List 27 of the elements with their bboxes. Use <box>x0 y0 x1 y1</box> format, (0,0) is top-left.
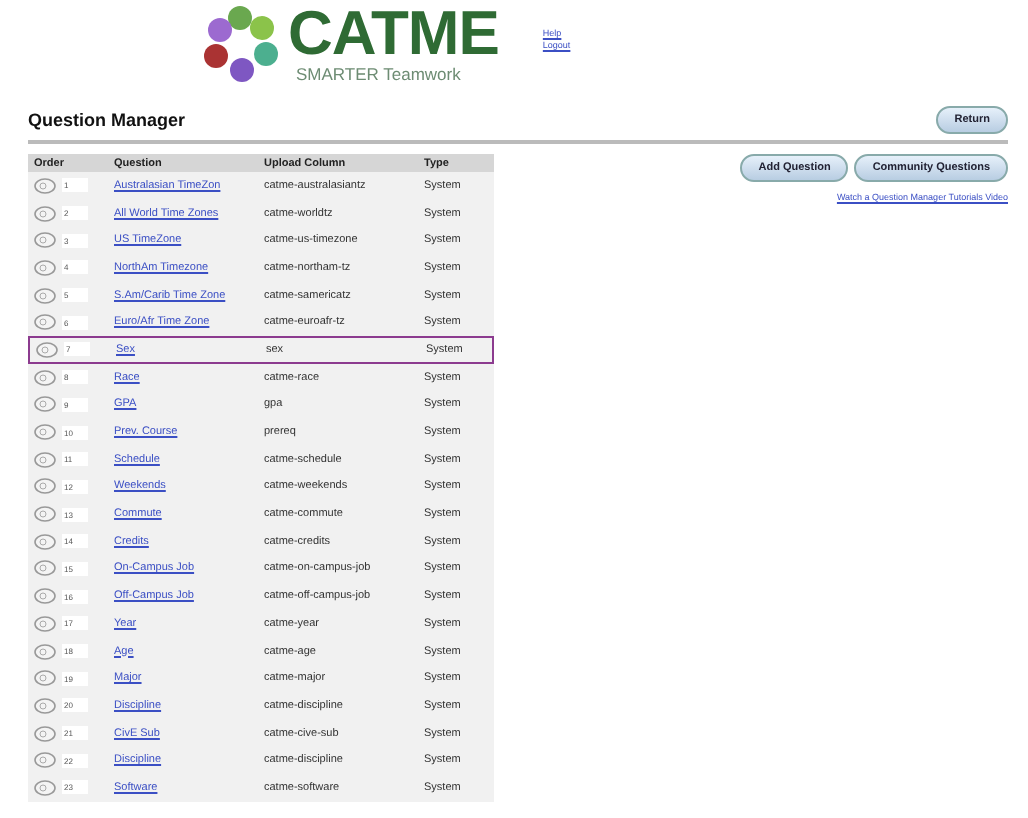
logo-title: CATME <box>288 4 499 64</box>
toggle-icon[interactable] <box>34 643 56 660</box>
toggle-icon[interactable] <box>34 369 56 386</box>
toggle-icon[interactable] <box>34 725 56 742</box>
toggle-icon[interactable] <box>34 424 56 441</box>
toggle-icon[interactable] <box>34 779 56 796</box>
toggle-icon[interactable] <box>34 177 56 194</box>
toggle-icon[interactable] <box>34 396 56 413</box>
toggle-icon[interactable] <box>34 588 56 605</box>
toggle-icon[interactable] <box>34 451 56 468</box>
toggle-icon[interactable] <box>34 205 56 222</box>
toggle-icon[interactable] <box>34 287 56 304</box>
toggle-icon[interactable] <box>34 697 56 714</box>
toggle-icon[interactable] <box>34 259 56 276</box>
toggle-icon[interactable] <box>36 341 58 358</box>
toggle-icon[interactable] <box>34 506 56 523</box>
page-title: Question Manager <box>28 110 186 130</box>
toggle-icon[interactable] <box>34 560 56 577</box>
toggle-icon[interactable] <box>34 752 56 769</box>
toggle-icon[interactable] <box>34 232 56 249</box>
logo-subtitle: SMARTER Teamwork <box>296 64 463 84</box>
toggle-icon[interactable] <box>34 314 56 331</box>
logo-icon <box>200 4 280 84</box>
toggle-icon[interactable] <box>34 533 56 550</box>
toggle-icon[interactable] <box>34 478 56 495</box>
toggle-icon[interactable] <box>34 615 56 632</box>
toggle-icon[interactable] <box>34 670 56 687</box>
